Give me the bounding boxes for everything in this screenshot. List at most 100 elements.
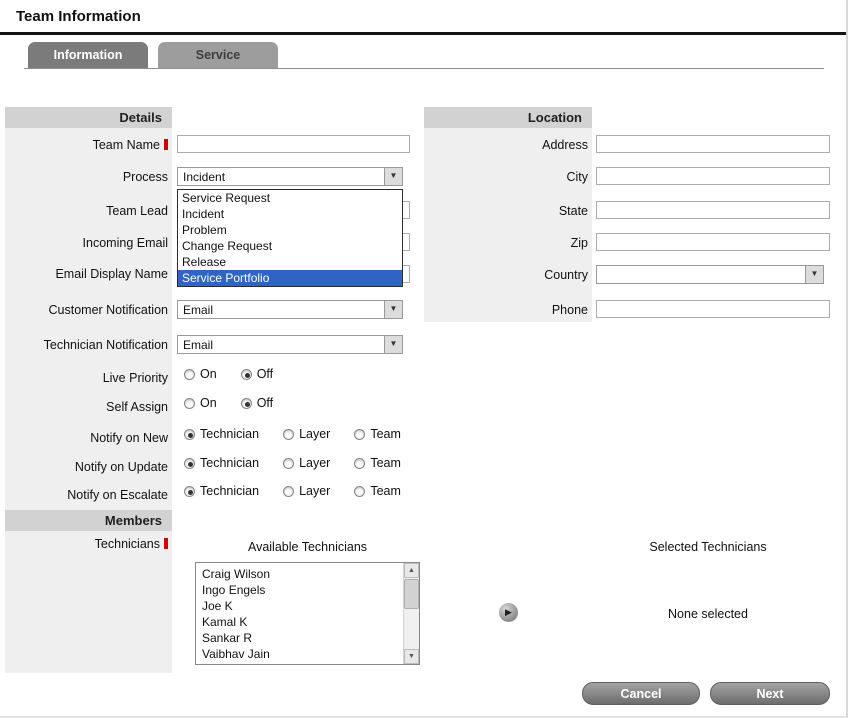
chevron-down-icon[interactable]: ▼ bbox=[384, 168, 402, 185]
option-incident[interactable]: Incident bbox=[178, 206, 402, 222]
radio-notify-on-escalate-layer[interactable]: Layer bbox=[283, 484, 330, 498]
radio-circle[interactable] bbox=[184, 458, 195, 469]
radio-option-label: Layer bbox=[299, 427, 330, 441]
notify-on-new-label: Notify on New bbox=[5, 430, 168, 446]
zip-input[interactable] bbox=[596, 233, 830, 251]
radio-circle[interactable] bbox=[283, 429, 294, 440]
notify-on-update-label: Notify on Update bbox=[5, 459, 168, 475]
chevron-down-icon[interactable]: ▼ bbox=[805, 266, 823, 283]
radio-circle[interactable] bbox=[184, 429, 195, 440]
radio-notify-on-update-technician[interactable]: Technician bbox=[184, 456, 259, 470]
option-change-request[interactable]: Change Request bbox=[178, 238, 402, 254]
chevron-down-icon[interactable]: ▼ bbox=[384, 301, 402, 318]
title-divider bbox=[0, 32, 848, 35]
notify-on-update-radio-group: Technician Layer Team bbox=[184, 456, 425, 470]
radio-notify-on-new-technician[interactable]: Technician bbox=[184, 427, 259, 441]
team-name-input[interactable] bbox=[177, 135, 410, 153]
available-technicians-title: Available Technicians bbox=[195, 540, 420, 554]
radio-notify-on-escalate-technician[interactable]: Technician bbox=[184, 484, 259, 498]
radio-self-assign-off[interactable]: Off bbox=[241, 396, 273, 410]
option-problem[interactable]: Problem bbox=[178, 222, 402, 238]
radio-notify-on-new-team[interactable]: Team bbox=[354, 427, 401, 441]
self-assign-radio-group: On Off bbox=[184, 396, 297, 410]
chevron-down-icon[interactable]: ▼ bbox=[384, 336, 402, 353]
radio-circle[interactable] bbox=[241, 398, 252, 409]
radio-option-label: On bbox=[200, 396, 217, 410]
option-joe-k[interactable]: Joe K bbox=[196, 598, 403, 614]
radio-circle[interactable] bbox=[241, 369, 252, 380]
email-display-name-label: Email Display Name bbox=[5, 266, 168, 282]
radio-circle[interactable] bbox=[354, 486, 365, 497]
radio-circle[interactable] bbox=[354, 458, 365, 469]
team-name-label: Team Name bbox=[5, 137, 168, 153]
cancel-button[interactable]: Cancel bbox=[582, 682, 700, 705]
option-craig-wilson[interactable]: Craig Wilson bbox=[196, 566, 403, 582]
address-input[interactable] bbox=[596, 135, 830, 153]
technician-notification-select[interactable]: Email ▼ bbox=[177, 335, 403, 354]
radio-live-priority-on[interactable]: On bbox=[184, 367, 217, 381]
radio-self-assign-on[interactable]: On bbox=[184, 396, 217, 410]
radio-option-label: Team bbox=[370, 484, 401, 498]
customer-notification-select[interactable]: Email ▼ bbox=[177, 300, 403, 319]
option-release[interactable]: Release bbox=[178, 254, 402, 270]
city-label: City bbox=[424, 169, 588, 185]
scrollbar-thumb[interactable] bbox=[404, 579, 419, 609]
available-technicians-listbox[interactable]: Craig WilsonIngo EngelsJoe KKamal KSanka… bbox=[195, 562, 420, 665]
city-input[interactable] bbox=[596, 167, 830, 185]
option-service-portfolio[interactable]: Service Portfolio bbox=[178, 270, 402, 286]
listbox-scrollbar[interactable]: ▲ ▼ bbox=[403, 563, 419, 664]
phone-input[interactable] bbox=[596, 300, 830, 318]
radio-option-label: Technician bbox=[200, 484, 259, 498]
tab-service[interactable]: Service bbox=[158, 42, 278, 68]
scroll-down-icon[interactable]: ▼ bbox=[404, 649, 419, 664]
radio-option-label: Off bbox=[257, 367, 273, 381]
location-section-header: Location bbox=[424, 107, 592, 128]
radio-notify-on-new-layer[interactable]: Layer bbox=[283, 427, 330, 441]
incoming-email-label: Incoming Email bbox=[5, 235, 168, 251]
radio-option-label: Technician bbox=[200, 456, 259, 470]
option-ingo-engels[interactable]: Ingo Engels bbox=[196, 582, 403, 598]
process-select[interactable]: Incident ▼ bbox=[177, 167, 403, 186]
scroll-up-icon[interactable]: ▲ bbox=[404, 563, 419, 578]
details-section-header: Details bbox=[5, 107, 172, 128]
available-technicians-items: Craig WilsonIngo EngelsJoe KKamal KSanka… bbox=[196, 563, 403, 664]
country-label: Country bbox=[424, 267, 588, 283]
members-section-header: Members bbox=[5, 510, 172, 531]
radio-circle[interactable] bbox=[354, 429, 365, 440]
radio-circle[interactable] bbox=[184, 486, 195, 497]
notify-on-new-radio-group: Technician Layer Team bbox=[184, 427, 425, 441]
state-label: State bbox=[424, 203, 588, 219]
selected-technicians-title: Selected Technicians bbox=[598, 540, 818, 554]
option-kamal-k[interactable]: Kamal K bbox=[196, 614, 403, 630]
radio-circle[interactable] bbox=[283, 458, 294, 469]
option-vaibhav-jain[interactable]: Vaibhav Jain bbox=[196, 646, 403, 662]
tab-information[interactable]: Information bbox=[28, 42, 148, 68]
notify-on-escalate-label: Notify on Escalate bbox=[5, 487, 168, 503]
radio-option-label: Technician bbox=[200, 427, 259, 441]
technicians-label-text: Technicians bbox=[95, 537, 160, 551]
radio-circle[interactable] bbox=[184, 369, 195, 380]
option-service-request[interactable]: Service Request bbox=[178, 190, 402, 206]
live-priority-label: Live Priority bbox=[5, 370, 168, 386]
radio-live-priority-off[interactable]: Off bbox=[241, 367, 273, 381]
next-button[interactable]: Next bbox=[710, 682, 830, 705]
radio-notify-on-escalate-team[interactable]: Team bbox=[354, 484, 401, 498]
page-title: Team Information bbox=[16, 8, 141, 25]
customer-notification-label: Customer Notification bbox=[5, 302, 168, 318]
state-input[interactable] bbox=[596, 201, 830, 219]
technician-notification-label: Technician Notification bbox=[5, 337, 168, 353]
process-select-value: Incident bbox=[183, 170, 225, 184]
required-indicator bbox=[164, 538, 168, 549]
country-select[interactable]: ▼ bbox=[596, 265, 824, 284]
self-assign-label: Self Assign bbox=[5, 399, 168, 415]
radio-circle[interactable] bbox=[283, 486, 294, 497]
radio-notify-on-update-layer[interactable]: Layer bbox=[283, 456, 330, 470]
radio-circle[interactable] bbox=[184, 398, 195, 409]
team-name-label-text: Team Name bbox=[93, 138, 160, 152]
option-sankar-r[interactable]: Sankar R bbox=[196, 630, 403, 646]
zip-label: Zip bbox=[424, 235, 588, 251]
radio-notify-on-update-team[interactable]: Team bbox=[354, 456, 401, 470]
process-dropdown-list[interactable]: Service RequestIncidentProblemChange Req… bbox=[177, 189, 403, 287]
move-right-button[interactable]: ▶ bbox=[499, 603, 518, 622]
radio-option-label: Layer bbox=[299, 456, 330, 470]
